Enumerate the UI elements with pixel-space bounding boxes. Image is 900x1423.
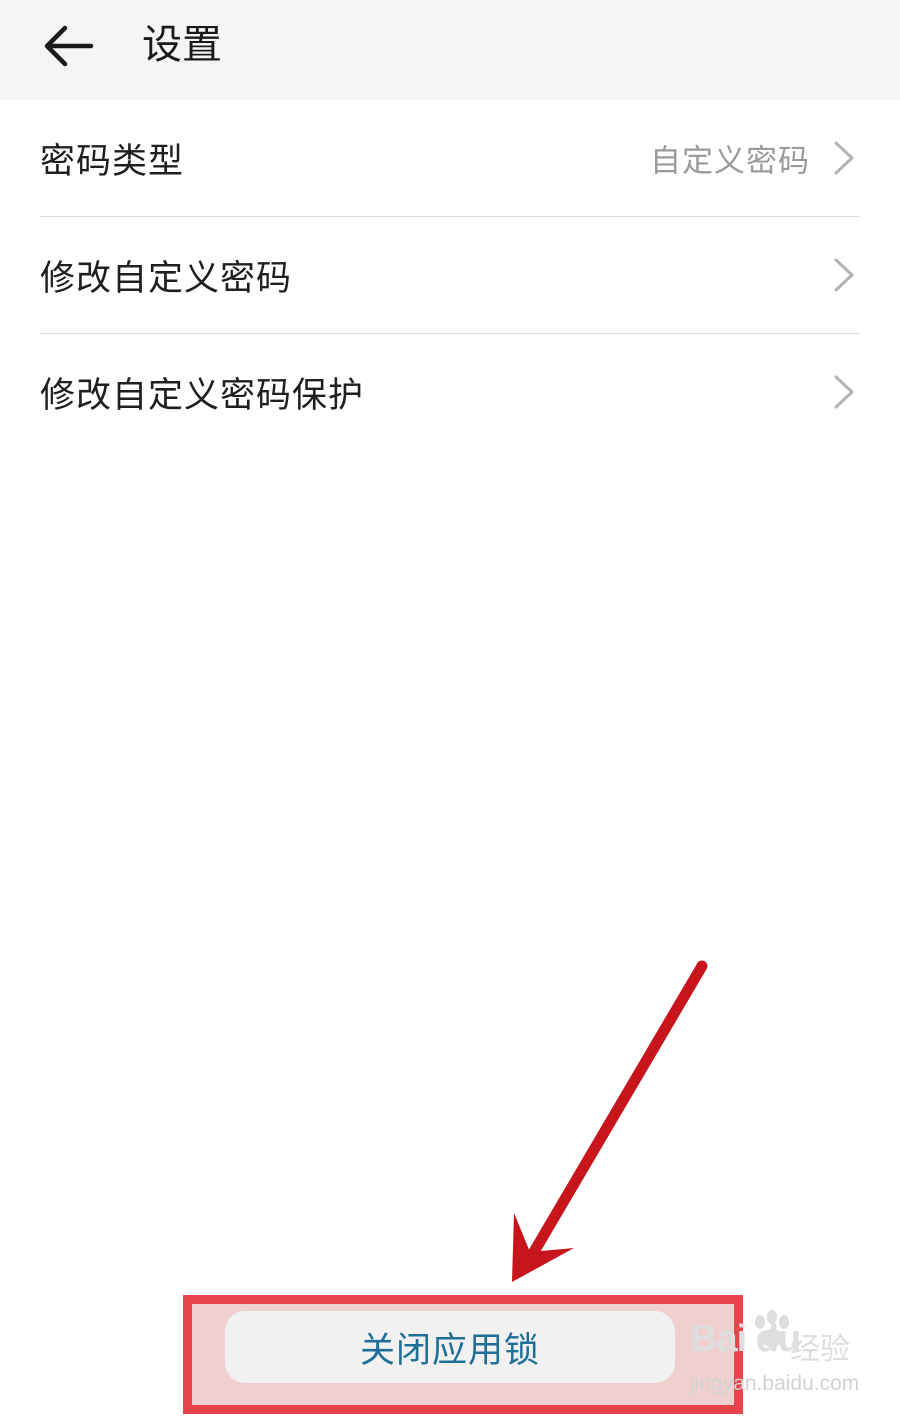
watermark-url: jingyan.baidu.com <box>690 1372 860 1395</box>
close-app-lock-label: 关闭应用锁 <box>359 1330 540 1371</box>
settings-item-change-password[interactable]: 修改自定义密码 <box>40 217 860 334</box>
settings-item-label: 密码类型 <box>40 141 185 182</box>
close-app-lock-button[interactable]: 关闭应用锁 <box>225 1311 675 1383</box>
settings-item-password-type[interactable]: 密码类型 自定义密码 <box>40 100 860 217</box>
settings-item-change-password-protection[interactable]: 修改自定义密码保护 <box>40 334 860 450</box>
back-button[interactable] <box>36 14 100 78</box>
watermark-brand: Bai du <box>690 1318 801 1360</box>
settings-item-label: 修改自定义密码 <box>40 258 293 299</box>
baidu-jingyan-watermark: Bai du 经验 jingyan.baidu.com <box>690 1310 865 1408</box>
arrow-left-icon <box>44 25 94 67</box>
settings-item-label: 修改自定义密码保护 <box>40 375 365 416</box>
chevron-right-icon <box>834 258 854 292</box>
settings-item-value: 自定义密码 <box>650 143 810 180</box>
settings-list: 密码类型 自定义密码 修改自定义密码 修改自定义密码保护 <box>40 100 860 450</box>
chevron-right-icon <box>834 375 854 409</box>
app-header: 设置 <box>0 0 900 100</box>
watermark-tag: 经验 <box>790 1333 850 1366</box>
chevron-right-icon <box>834 141 854 175</box>
page-title: 设置 <box>142 22 222 68</box>
